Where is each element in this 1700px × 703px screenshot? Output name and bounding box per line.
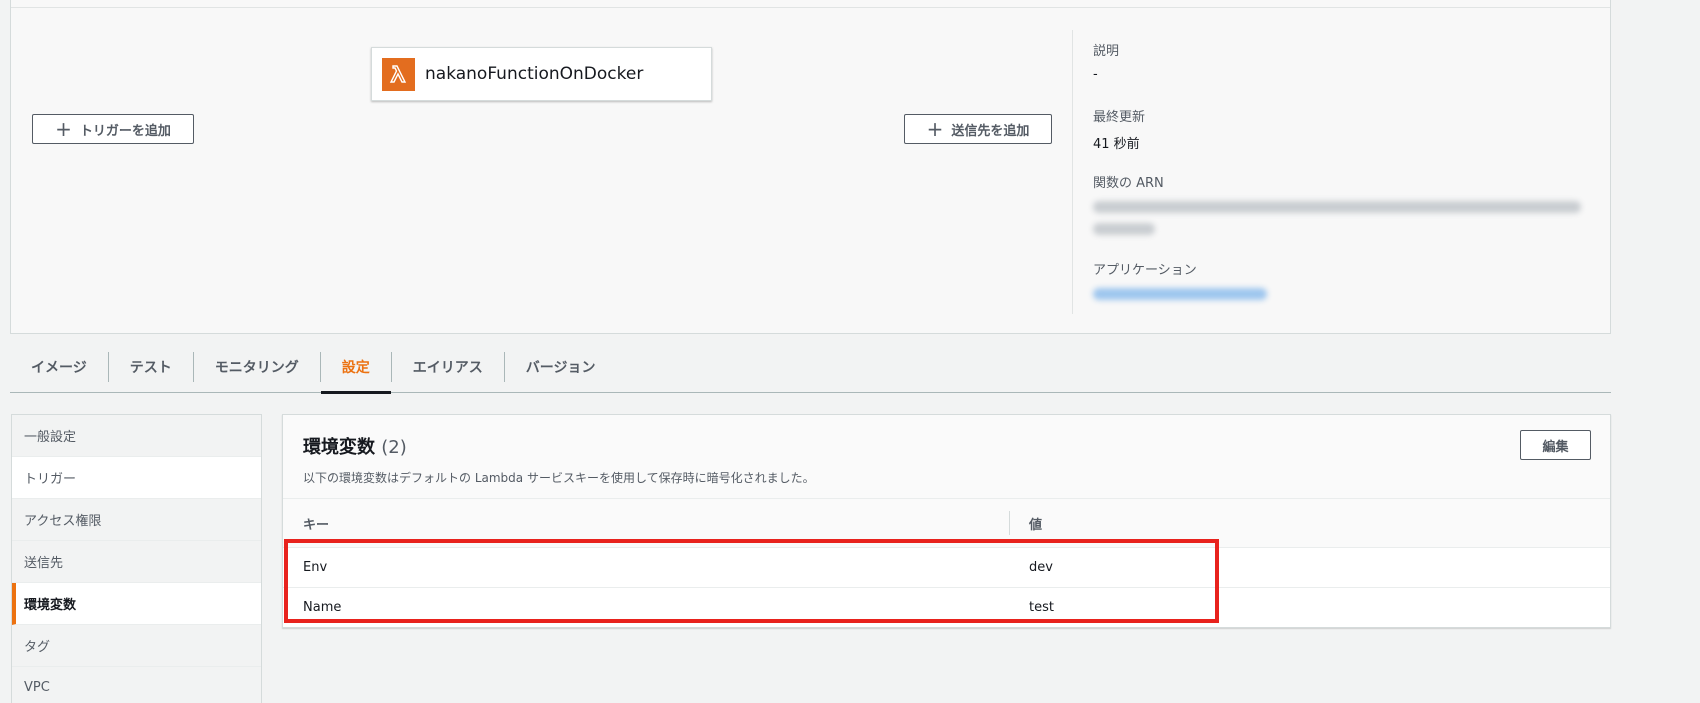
column-divider <box>1009 511 1010 535</box>
arn-value-redacted <box>1093 201 1581 213</box>
panel-title: 環境変数 (2) <box>303 433 1590 459</box>
add-trigger-button[interactable]: + トリガーを追加 <box>32 114 194 144</box>
description-label: 説明 <box>1093 44 1120 59</box>
tab-monitoring[interactable]: モニタリング <box>194 352 321 382</box>
plus-icon: + <box>55 117 72 141</box>
sidenav-item-general[interactable]: 一般設定 <box>12 415 261 457</box>
sidenav-item-environment-variables[interactable]: 環境変数 <box>12 583 261 625</box>
sidenav-item-triggers[interactable]: トリガー <box>12 457 261 499</box>
last-modified-label: 最終更新 <box>1093 110 1146 125</box>
panel-title-text: 環境変数 <box>303 437 375 458</box>
panel-count: (2) <box>381 437 407 458</box>
tab-configuration[interactable]: 設定 <box>320 352 392 394</box>
column-header-key: キー <box>303 517 330 533</box>
last-modified-block: 最終更新 41 秒前 <box>1093 106 1145 152</box>
highlight-annotation <box>284 539 1219 623</box>
add-trigger-label: トリガーを追加 <box>79 123 171 139</box>
application-label: アプリケーション <box>1093 263 1197 278</box>
vertical-divider <box>1072 30 1073 314</box>
edit-button[interactable]: 編集 <box>1520 430 1591 460</box>
application-link-redacted[interactable] <box>1093 288 1267 300</box>
column-header-value: 値 <box>1029 517 1043 533</box>
sidenav-item-tags[interactable]: タグ <box>12 625 261 667</box>
sidenav-item-destinations[interactable]: 送信先 <box>12 541 261 583</box>
tab-image[interactable]: イメージ <box>10 352 109 382</box>
description-block: 説明 - <box>1093 40 1119 82</box>
add-destination-button[interactable]: + 送信先を追加 <box>904 114 1052 144</box>
tab-aliases[interactable]: エイリアス <box>392 352 505 382</box>
function-node[interactable]: nakanoFunctionOnDocker <box>371 47 712 101</box>
configuration-sidenav: 一般設定 トリガー アクセス権限 送信先 環境変数 タグ VPC <box>11 414 262 703</box>
function-tabs: イメージ テスト モニタリング 設定 エイリアス バージョン <box>10 342 1611 394</box>
sidenav-item-vpc[interactable]: VPC <box>12 667 261 703</box>
arn-block: 関数の ARN <box>1093 172 1593 235</box>
arn-value-redacted-2 <box>1093 223 1155 235</box>
tab-versions[interactable]: バージョン <box>505 352 617 382</box>
function-name: nakanoFunctionOnDocker <box>425 64 644 84</box>
description-value: - <box>1093 67 1098 82</box>
application-block: アプリケーション <box>1093 259 1393 300</box>
arn-label: 関数の ARN <box>1093 176 1164 191</box>
panel-description: 以下の環境変数はデフォルトの Lambda サービスキーを使用して保存時に暗号化… <box>303 471 815 485</box>
add-destination-label: 送信先を追加 <box>951 123 1030 139</box>
tab-test[interactable]: テスト <box>109 352 194 382</box>
function-overview-panel: nakanoFunctionOnDocker + トリガーを追加 + 送信先を追… <box>10 0 1611 334</box>
divider <box>11 7 1610 8</box>
panel-header: 環境変数 (2) 以下の環境変数はデフォルトの Lambda サービスキーを使用… <box>283 415 1610 499</box>
lambda-icon <box>382 57 415 91</box>
plus-icon: + <box>926 117 944 141</box>
last-modified-value: 41 秒前 <box>1093 137 1140 152</box>
sidenav-item-permissions[interactable]: アクセス権限 <box>12 499 261 541</box>
